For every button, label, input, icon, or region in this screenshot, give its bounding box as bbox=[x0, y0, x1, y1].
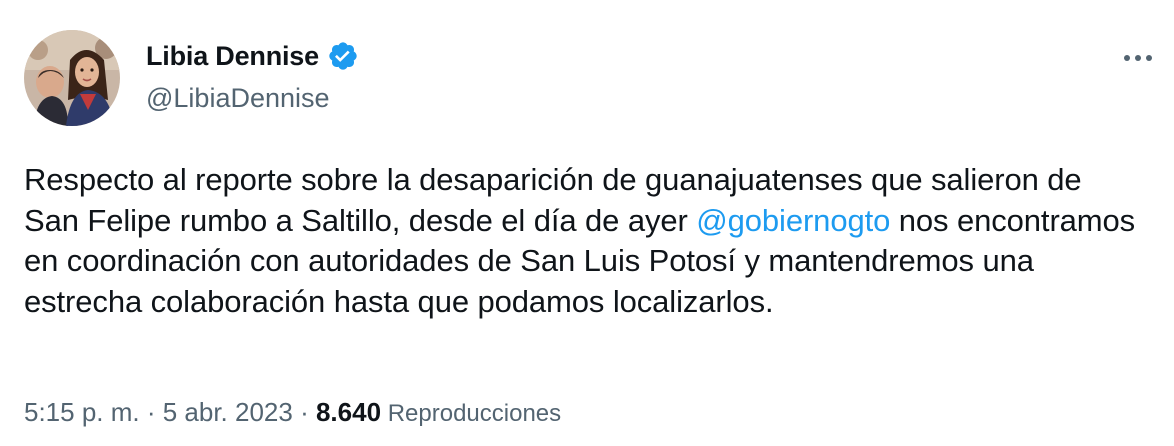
user-info: Libia Dennise @LibiaDennise bbox=[146, 36, 359, 118]
verified-badge-icon[interactable] bbox=[327, 40, 359, 72]
tweet-card: Libia Dennise @LibiaDennise Respecto al … bbox=[0, 0, 1174, 446]
meta-separator: · bbox=[139, 397, 163, 427]
tweet-date[interactable]: 5 abr. 2023 bbox=[163, 397, 293, 427]
more-horizontal-icon bbox=[1124, 55, 1152, 61]
mention-link[interactable]: @gobiernogto bbox=[696, 203, 890, 238]
more-options-button[interactable] bbox=[1118, 44, 1158, 72]
avatar-photo bbox=[24, 30, 120, 126]
views-count: 8.640 bbox=[315, 397, 382, 427]
tweet-time[interactable]: 5:15 p. m. bbox=[24, 397, 140, 427]
views-label: Reproducciones bbox=[381, 400, 562, 427]
tweet-meta: 5:15 p. m. · 5 abr. 2023 · 8.640 Reprodu… bbox=[24, 392, 561, 432]
tweet-text: Respecto al reporte sobre la desaparició… bbox=[24, 160, 1144, 322]
name-row: Libia Dennise bbox=[146, 36, 359, 76]
display-name[interactable]: Libia Dennise bbox=[146, 41, 319, 72]
avatar[interactable] bbox=[24, 30, 120, 126]
user-handle[interactable]: @LibiaDennise bbox=[146, 78, 359, 118]
meta-separator: · bbox=[292, 397, 316, 427]
